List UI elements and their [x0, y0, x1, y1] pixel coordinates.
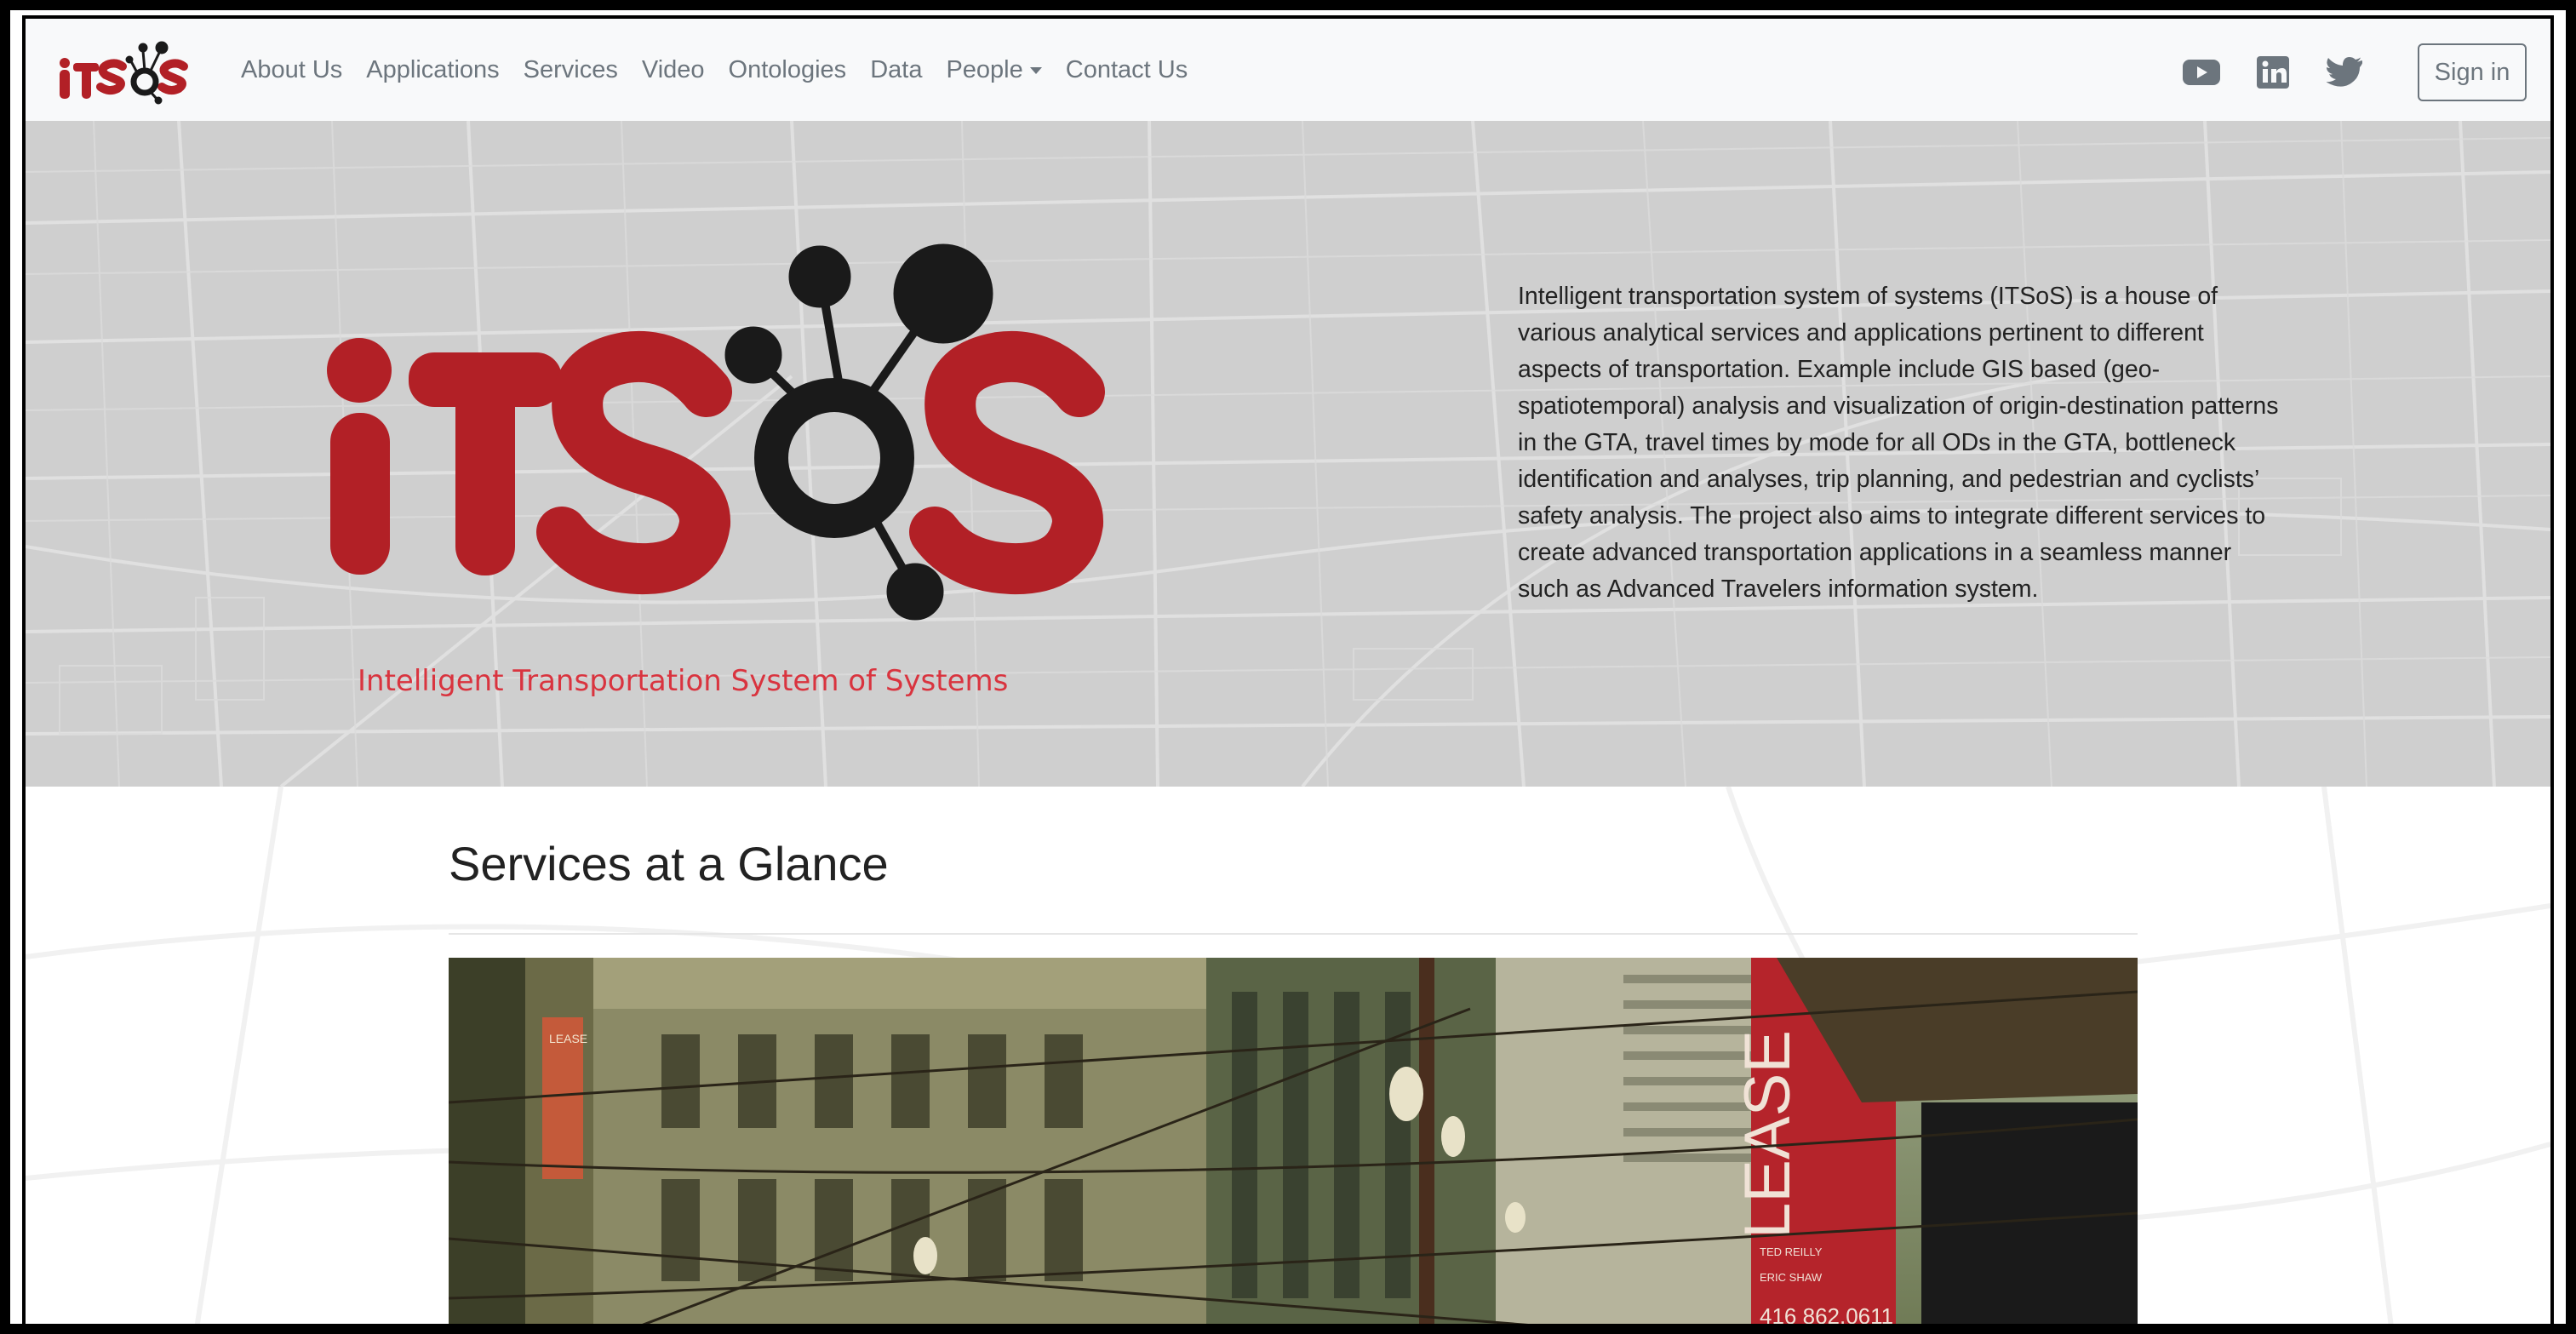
small-lease-sign: LEASE	[549, 1032, 587, 1045]
lease-phone: 416 862.0611	[1760, 1303, 1893, 1329]
nav-link-video[interactable]: Video	[642, 56, 705, 84]
services-street-photo: LEASE LEASE TED REILLY ERIC SHAW 416 862…	[449, 958, 2138, 1334]
nav-link-services[interactable]: Services	[524, 56, 618, 84]
lease-banner-text: LEASE	[1732, 1030, 1804, 1239]
sign-in-button[interactable]: Sign in	[2418, 43, 2527, 101]
nav-dropdown-people[interactable]: People	[946, 55, 1042, 84]
brand-logo-graphic	[60, 41, 188, 105]
itsos-logo	[327, 243, 1105, 621]
brand-logo[interactable]	[56, 37, 192, 106]
lease-agent-1: TED REILLY	[1760, 1245, 1823, 1258]
nav-link-data[interactable]: Data	[870, 56, 922, 84]
nav-link-applications[interactable]: Applications	[366, 56, 499, 84]
services-title: Services at a Glance	[449, 837, 889, 890]
nav-link-contact-us[interactable]: Contact Us	[1066, 56, 1188, 84]
youtube-icon[interactable]	[2183, 54, 2220, 91]
nav-dropdown-people-label: People	[946, 55, 1023, 83]
twitter-icon[interactable]	[2326, 54, 2363, 91]
nav-links: About Us Applications Services Video Ont…	[241, 19, 1188, 121]
hero-description: Intelligent transportation system of sys…	[1518, 283, 2279, 603]
linkedin-icon[interactable]	[2254, 54, 2292, 91]
hero-tagline: Intelligent Transportation System of Sys…	[358, 664, 1009, 698]
nav-right: Sign in	[2183, 43, 2527, 102]
caret-down-icon	[1029, 66, 1042, 74]
page: About Us Applications Services Video Ont…	[26, 19, 2550, 1334]
hero-banner: Intelligent Transportation System of Sys…	[26, 121, 2550, 787]
navbar: About Us Applications Services Video Ont…	[26, 19, 2550, 121]
lease-agent-2: ERIC SHAW	[1760, 1271, 1823, 1284]
nav-link-ontologies[interactable]: Ontologies	[729, 56, 847, 84]
nav-link-about-us[interactable]: About Us	[241, 56, 342, 84]
divider	[449, 933, 2138, 935]
